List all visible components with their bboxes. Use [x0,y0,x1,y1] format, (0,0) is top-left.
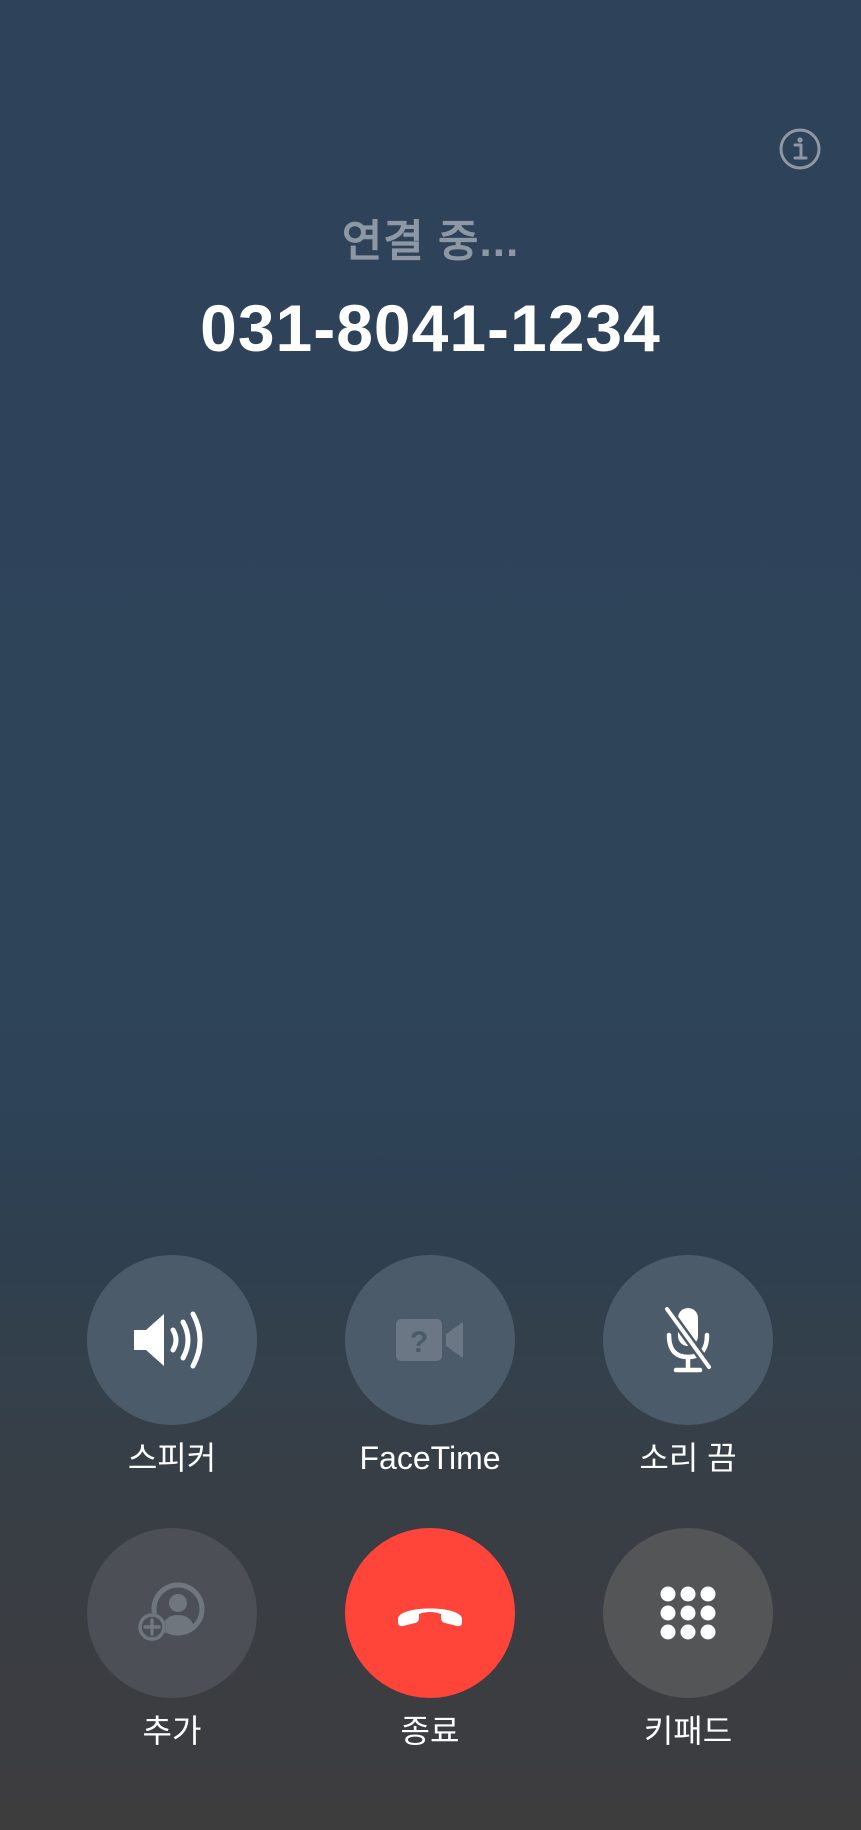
keypad-button-circle[interactable] [603,1528,773,1698]
phone-hangup-icon [398,1608,462,1627]
facetime-label: FaceTime [359,1440,501,1476]
mute-button-circle[interactable] [603,1255,773,1425]
svg-text:?: ? [410,1326,428,1359]
end-call-label: 종료 [400,1713,460,1749]
mute-button[interactable]: 소리 끔 [578,1255,798,1495]
speaker-button[interactable]: 스피커 [62,1255,282,1495]
call-screen: 연결 중... 031-8041-1234 스피커 ? FaceTime 소리 … [0,0,861,1830]
add-person-icon [138,1582,205,1641]
call-status: 연결 중... [341,217,520,266]
info-icon [779,128,821,170]
speaker-label: 스피커 [127,1440,217,1476]
facetime-button-circle[interactable]: ? [345,1255,515,1425]
mic-slash-icon [663,1306,713,1373]
add-call-button-circle[interactable] [87,1528,257,1698]
end-call-button-circle[interactable] [345,1528,515,1698]
facetime-button[interactable]: ? FaceTime [320,1255,540,1495]
add-call-button[interactable]: 추가 [62,1528,282,1768]
add-call-label: 추가 [142,1713,202,1749]
keypad-button[interactable]: 키패드 [578,1528,798,1768]
keypad-icon [660,1586,716,1640]
phone-number: 031-8041-1234 [200,291,661,365]
info-button[interactable] [779,128,821,170]
speaker-icon [134,1311,203,1369]
video-unavailable-icon: ? [396,1319,463,1361]
speaker-button-circle[interactable] [87,1255,257,1425]
end-call-button[interactable]: 종료 [320,1528,540,1768]
mute-label: 소리 끔 [639,1440,737,1476]
keypad-label: 키패드 [643,1713,733,1749]
